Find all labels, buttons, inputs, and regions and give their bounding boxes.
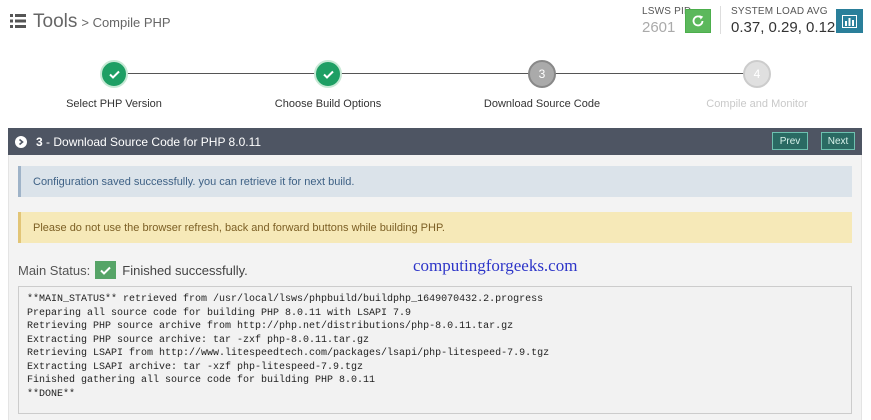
log-line: **MAIN_STATUS** retrieved from /usr/loca… xyxy=(27,294,544,305)
check-icon xyxy=(322,70,334,79)
refresh-icon xyxy=(692,15,704,27)
lsws-pid-block: LSWS PID 2601 xyxy=(642,6,691,36)
step-choose-build-options[interactable]: Choose Build Options xyxy=(238,58,418,110)
prev-button[interactable]: Prev xyxy=(772,132,808,150)
log-line: Extracting LSAPI archive: tar -xzf php-l… xyxy=(27,361,364,373)
page-title: Tools xyxy=(33,11,78,32)
wizard-steps: Select PHP Version Choose Build Options … xyxy=(0,58,871,118)
arrow-circle-right-icon xyxy=(15,135,27,148)
header-divider xyxy=(720,6,721,34)
step-label: Select PHP Version xyxy=(66,98,162,110)
step-done-circle xyxy=(314,60,342,88)
warning-alert: Please do not use the browser refresh, b… xyxy=(18,212,852,243)
panel-title-text: - Download Source Code for PHP 8.0.11 xyxy=(42,134,262,149)
info-alert: Configuration saved successfully. you ca… xyxy=(18,166,852,197)
log-line: Preparing all source code for building P… xyxy=(27,307,412,319)
breadcrumb: > Compile PHP xyxy=(81,15,171,30)
log-line: Retrieving LSAPI from http://www.litespe… xyxy=(27,348,550,359)
step-current-circle: 3 xyxy=(528,60,556,88)
step-compile-and-monitor: 4 Compile and Monitor xyxy=(667,58,847,110)
main-status-row: Main Status: Finished successfully. xyxy=(18,261,248,279)
top-header: Tools > Compile PHP LSWS PID 2601 SYSTEM… xyxy=(0,0,871,46)
system-stats-button[interactable] xyxy=(836,9,863,33)
lsws-pid-value: 2601 xyxy=(642,19,676,36)
panel-title: 3 - Download Source Code for PHP 8.0.11 xyxy=(36,135,261,149)
system-load-value: 0.37, 0.29, 0.12 xyxy=(731,19,836,36)
check-icon xyxy=(95,261,117,279)
main-status-text: Finished successfully. xyxy=(122,262,248,278)
panel-step-number: 3 xyxy=(36,134,43,149)
log-line: **DONE** xyxy=(27,388,76,400)
step-select-php-version[interactable]: Select PHP Version xyxy=(24,58,204,110)
steps-connector-line xyxy=(114,73,757,74)
system-load-label: SYSTEM LOAD AVG xyxy=(731,6,828,17)
next-button[interactable]: Next xyxy=(821,132,855,150)
check-icon xyxy=(108,70,120,79)
step-label: Choose Build Options xyxy=(274,98,382,110)
build-log[interactable]: **MAIN_STATUS** retrieved from /usr/loca… xyxy=(18,286,852,414)
step-todo-circle: 4 xyxy=(743,60,771,88)
log-line: Retrieving PHP source archive from http:… xyxy=(27,321,514,332)
log-line: Extracting PHP source archive: tar -zxf … xyxy=(27,334,370,346)
system-load-block: SYSTEM LOAD AVG 0.37, 0.29, 0.12 xyxy=(731,6,835,36)
log-line: Finished gathering all source code for b… xyxy=(27,375,376,386)
watermark: computingforgeeks.com xyxy=(413,256,578,275)
bar-chart-icon xyxy=(842,14,857,28)
panel-header: 3 - Download Source Code for PHP 8.0.11 … xyxy=(8,128,862,155)
list-icon xyxy=(10,14,26,28)
lsws-pid-label: LSWS PID xyxy=(642,6,692,17)
step-label: Download Source Code xyxy=(483,98,601,110)
step-label: Compile and Monitor xyxy=(706,98,808,110)
step-done-circle xyxy=(100,60,128,88)
restart-button[interactable] xyxy=(685,9,711,33)
step-download-source-code: 3 Download Source Code xyxy=(452,58,632,110)
page-title-area: Tools > Compile PHP xyxy=(10,11,171,33)
main-status-label: Main Status: xyxy=(18,262,91,278)
